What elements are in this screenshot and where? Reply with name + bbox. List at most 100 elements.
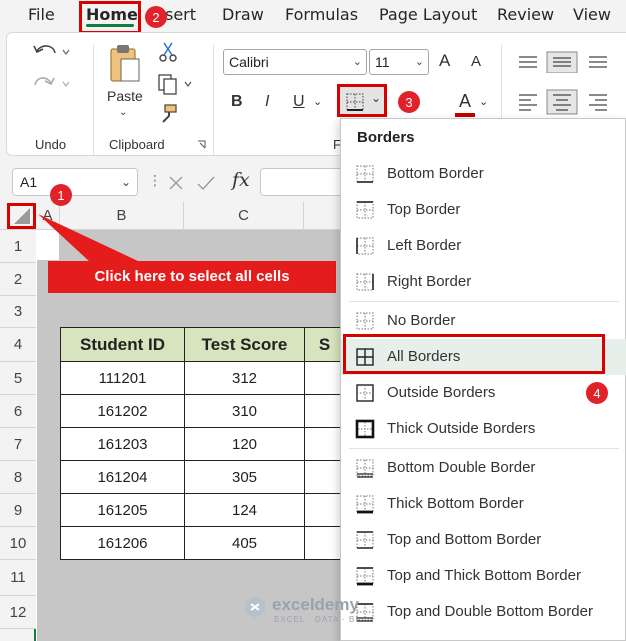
top-align-icons[interactable] — [515, 51, 626, 73]
row-header[interactable]: 7 — [0, 428, 36, 461]
menu-item-top-and-double-bottom-border[interactable]: Top and Double Bottom Border — [341, 594, 626, 630]
menu-item-label: Top and Bottom Border — [387, 531, 542, 548]
cell-hidden[interactable] — [304, 394, 345, 428]
copy-icon[interactable] — [157, 73, 193, 95]
font-size-select[interactable]: 11 ⌄ — [369, 49, 429, 75]
exceldemy-logo-icon — [245, 596, 265, 618]
cell-hidden[interactable] — [304, 526, 345, 560]
menu-item-right-border[interactable]: Right Border — [341, 264, 626, 300]
menu-item-outside-borders[interactable]: Outside Borders — [341, 375, 626, 411]
menu-formulas[interactable]: Formulas — [285, 5, 358, 24]
menu-item-top-and-bottom-border[interactable]: Top and Bottom Border — [341, 522, 626, 558]
name-box-value: A1 — [20, 174, 38, 190]
grow-font-icon[interactable]: A — [439, 51, 450, 71]
watermark-tagline: EXCEL · DATA · BI — [274, 615, 359, 624]
outside-borders-icon — [356, 384, 374, 402]
header-test-score[interactable]: Test Score — [184, 327, 305, 362]
menu-insert[interactable]: sert — [165, 5, 196, 24]
italic-button[interactable]: I — [265, 93, 269, 111]
row-header[interactable]: 11 — [0, 560, 36, 596]
menu-item-top-border[interactable]: Top Border — [341, 192, 626, 228]
menu-item-bottom-border[interactable]: Bottom Border — [341, 156, 626, 192]
paste-chevron-icon[interactable]: ⌄ — [119, 107, 127, 118]
row-header[interactable]: 3 — [0, 296, 36, 328]
cell-hidden[interactable] — [304, 361, 345, 395]
font-color-button[interactable]: A — [459, 91, 471, 112]
redo-icon[interactable] — [31, 73, 71, 95]
step-badge-2: 2 — [145, 6, 167, 28]
cell-student-id[interactable]: 111201 — [60, 361, 185, 395]
shrink-font-icon[interactable]: A — [471, 53, 481, 70]
more-icon: ⋮ — [148, 173, 162, 189]
chevron-down-icon: ⌄ — [352, 56, 362, 68]
menu-file[interactable]: File — [28, 5, 55, 24]
cell-student-id[interactable]: 161205 — [60, 493, 185, 527]
formula-input[interactable] — [260, 168, 350, 196]
header-student-id[interactable]: Student ID — [60, 327, 185, 362]
font-name-select[interactable]: Calibri ⌄ — [223, 49, 367, 75]
cell-hidden[interactable] — [304, 460, 345, 494]
menu-item-thick-bottom-border[interactable]: Thick Bottom Border — [341, 486, 626, 522]
row-header[interactable]: 12 — [0, 596, 36, 629]
student-table: Student ID Test Score S 111201 312 16120… — [60, 327, 345, 560]
cell-student-id[interactable]: 161204 — [60, 460, 185, 494]
horizontal-align-icons[interactable] — [515, 89, 626, 115]
menu-item-bottom-double-border[interactable]: Bottom Double Border — [341, 450, 626, 486]
cell-test-score[interactable]: 312 — [184, 361, 305, 395]
cut-icon[interactable] — [157, 41, 179, 63]
paste-icon[interactable] — [107, 43, 143, 85]
undo-icon[interactable] — [31, 41, 71, 63]
menu-item-label: Bottom Double Border — [387, 459, 536, 476]
cell-test-score[interactable]: 305 — [184, 460, 305, 494]
step-badge-4: 4 — [586, 382, 608, 404]
menu-item-left-border[interactable]: Left Border — [341, 228, 626, 264]
bold-button[interactable]: B — [231, 93, 243, 111]
watermark-brand: exceldemy — [272, 595, 359, 614]
clipboard-launcher-icon[interactable] — [197, 140, 207, 150]
menu-item-thick-outside-borders[interactable]: Thick Outside Borders — [341, 411, 626, 447]
menu-view[interactable]: View — [573, 5, 611, 24]
cell-student-id[interactable]: 161203 — [60, 427, 185, 461]
borders-menu-title: Borders — [357, 129, 415, 146]
insert-function-button[interactable]: fx — [232, 169, 250, 191]
table-row: 161204 305 — [60, 460, 345, 494]
format-painter-icon[interactable] — [157, 103, 179, 125]
menu-item-top-and-thick-bottom-border[interactable]: Top and Thick Bottom Border — [341, 558, 626, 594]
cell-hidden[interactable] — [304, 493, 345, 527]
cell-student-id[interactable]: 161206 — [60, 526, 185, 560]
underline-button[interactable]: U — [293, 93, 305, 111]
borders-dropdown: Borders Bottom Border Top Border Left Bo… — [340, 118, 626, 641]
thick-outside-borders-icon — [355, 419, 375, 439]
menu-item-label: Thick Outside Borders — [387, 420, 536, 437]
row-header[interactable]: 8 — [0, 461, 36, 494]
row-header[interactable]: 9 — [0, 494, 36, 527]
menu-page-layout[interactable]: Page Layout — [379, 5, 477, 24]
table-row: 161202 310 — [60, 394, 345, 428]
cell-hidden[interactable] — [304, 427, 345, 461]
top-border-icon — [356, 201, 374, 219]
row-header[interactable]: 4 — [0, 328, 36, 362]
menu-item-label: Top and Thick Bottom Border — [387, 567, 581, 584]
row-header[interactable]: 5 — [0, 362, 36, 395]
cell-test-score[interactable]: 120 — [184, 427, 305, 461]
cell-student-id[interactable]: 161202 — [60, 394, 185, 428]
bottom-border-icon — [356, 165, 374, 183]
font-color-chevron-icon[interactable]: ⌄ — [479, 95, 488, 108]
no-border-icon — [356, 312, 374, 330]
underline-chevron-icon[interactable]: ⌄ — [313, 95, 322, 108]
name-box[interactable]: A1 ⌄ — [12, 168, 138, 196]
menu-review[interactable]: Review — [497, 5, 554, 24]
paste-label[interactable]: Paste — [107, 88, 143, 104]
cell-test-score[interactable]: 310 — [184, 394, 305, 428]
header-third-column[interactable]: S — [304, 327, 345, 362]
chevron-down-icon: ⌄ — [120, 175, 131, 189]
top-and-thick-bottom-border-icon — [356, 567, 374, 586]
font-name-value: Calibri — [229, 54, 269, 70]
cell-test-score[interactable]: 124 — [184, 493, 305, 527]
cell-test-score[interactable]: 405 — [184, 526, 305, 560]
menu-draw[interactable]: Draw — [222, 5, 264, 24]
row-header[interactable]: 10 — [0, 527, 36, 560]
row-header[interactable]: 6 — [0, 395, 36, 428]
home-highlight-box — [79, 1, 141, 34]
table-row: 161206 405 — [60, 526, 345, 560]
